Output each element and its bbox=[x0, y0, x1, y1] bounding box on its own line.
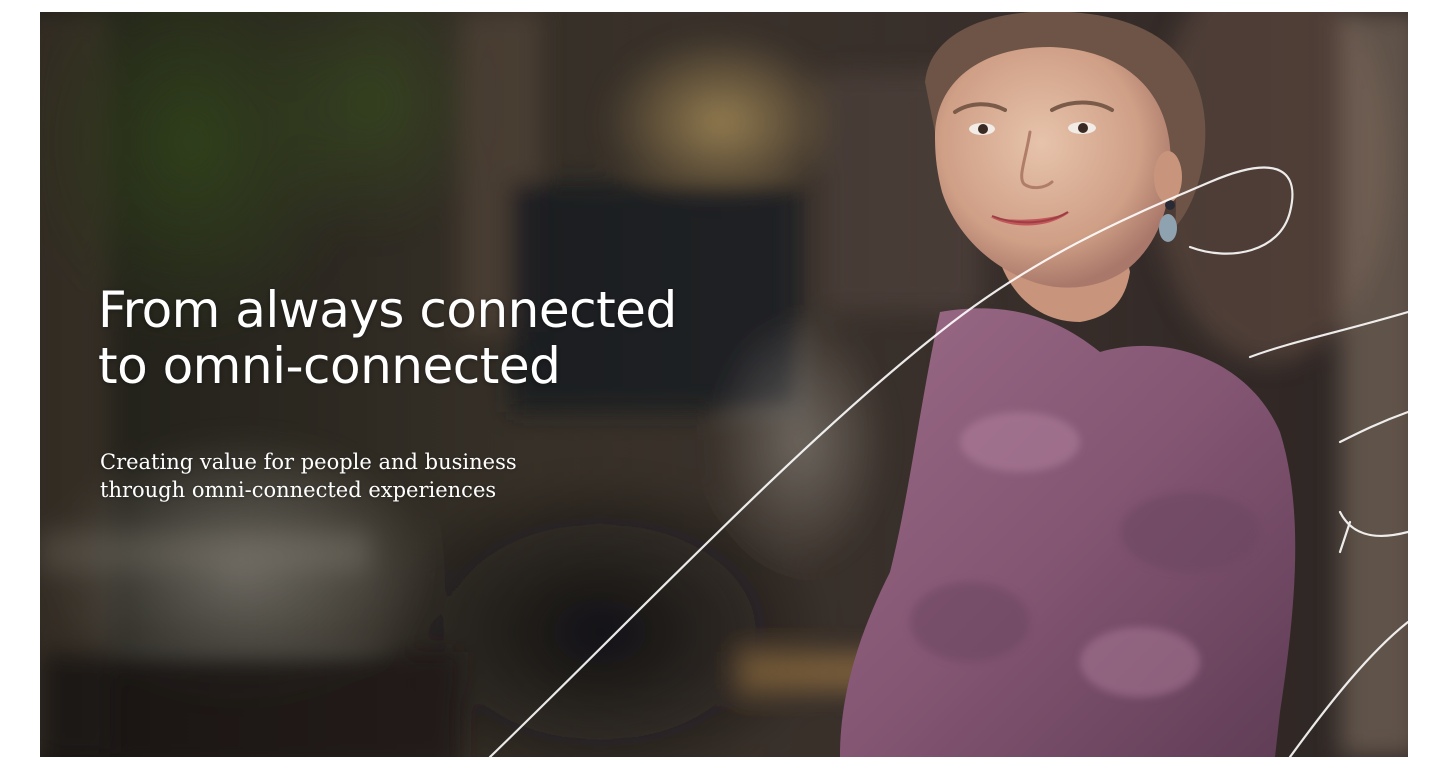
hero-banner: From always connected to omni-connected … bbox=[40, 12, 1408, 757]
subheadline-line-2: through omni-connected experiences bbox=[100, 478, 497, 502]
headline-line-2: to omni-connected bbox=[98, 337, 561, 395]
subheadline-line-1: Creating value for people and business bbox=[100, 450, 517, 474]
headline-line-1: From always connected bbox=[98, 281, 677, 339]
hero-subheadline: Creating value for people and business t… bbox=[100, 448, 517, 504]
hero-headline: From always connected to omni-connected bbox=[98, 282, 677, 394]
